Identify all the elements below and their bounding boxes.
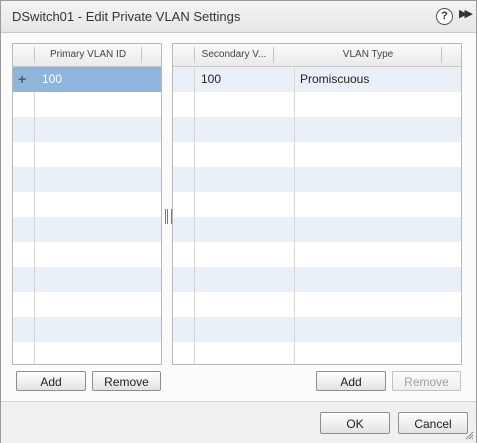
table-row: [13, 92, 161, 117]
resize-grip-icon[interactable]: [464, 430, 474, 440]
table-row: [173, 217, 461, 242]
table-row-selected[interactable]: + 100: [13, 67, 161, 92]
table-row: [173, 92, 461, 117]
cancel-button[interactable]: Cancel: [398, 412, 468, 434]
table-row: [173, 242, 461, 267]
table-row: [13, 192, 161, 217]
column-line: [294, 66, 295, 364]
primary-remove-button[interactable]: Remove: [92, 371, 161, 391]
table-row: [173, 142, 461, 167]
table-row: [13, 242, 161, 267]
column-separator: [141, 47, 142, 63]
column-line: [194, 66, 195, 364]
table-row: [13, 342, 161, 364]
dialog-footer: OK Cancel: [1, 401, 476, 443]
primary-add-button[interactable]: Add: [16, 371, 86, 391]
table-row[interactable]: 100 Promiscuous: [173, 67, 461, 92]
table-row: [173, 117, 461, 142]
secondary-add-button[interactable]: Add: [316, 371, 386, 391]
table-row: [13, 142, 161, 167]
table-row: [13, 117, 161, 142]
table-row: [13, 217, 161, 242]
help-icon[interactable]: ?: [436, 8, 453, 25]
primary-vlan-table: Primary VLAN ID + 100: [12, 43, 162, 365]
table-row: [13, 167, 161, 192]
secondary-table-header: Secondary V... VLAN Type: [173, 44, 461, 67]
secondary-remove-button[interactable]: Remove: [392, 371, 461, 391]
table-row: [173, 342, 461, 364]
table-row: [173, 267, 461, 292]
column-line: [34, 92, 35, 364]
table-row: [13, 267, 161, 292]
pane-splitter-handle[interactable]: [165, 209, 172, 224]
column-header-primary-vlan-id[interactable]: Primary VLAN ID: [35, 44, 141, 66]
dialog-titlebar[interactable]: DSwitch01 - Edit Private VLAN Settings ?…: [1, 1, 476, 33]
dialog-title: DSwitch01 - Edit Private VLAN Settings: [12, 9, 241, 24]
column-separator: [273, 47, 274, 63]
column-header-vlan-type[interactable]: VLAN Type: [294, 44, 442, 66]
secondary-vlan-id-cell: 100: [201, 72, 222, 86]
table-row: [13, 317, 161, 342]
table-row: [173, 292, 461, 317]
expand-row-icon[interactable]: +: [18, 67, 26, 92]
column-separator: [441, 47, 442, 63]
primary-vlan-id-cell: 100: [42, 72, 63, 86]
edit-private-vlan-dialog: DSwitch01 - Edit Private VLAN Settings ?…: [0, 0, 477, 443]
vlan-type-cell: Promiscuous: [300, 72, 370, 86]
expand-icon[interactable]: ▶▶: [459, 7, 473, 20]
ok-button[interactable]: OK: [320, 412, 390, 434]
table-row: [173, 167, 461, 192]
primary-table-header: Primary VLAN ID: [13, 44, 161, 67]
table-row: [173, 192, 461, 217]
table-row: [173, 317, 461, 342]
table-row: [13, 292, 161, 317]
secondary-vlan-table: Secondary V... VLAN Type 100 Promiscuous: [172, 43, 462, 365]
column-header-secondary-vlan-id[interactable]: Secondary V...: [195, 44, 273, 66]
